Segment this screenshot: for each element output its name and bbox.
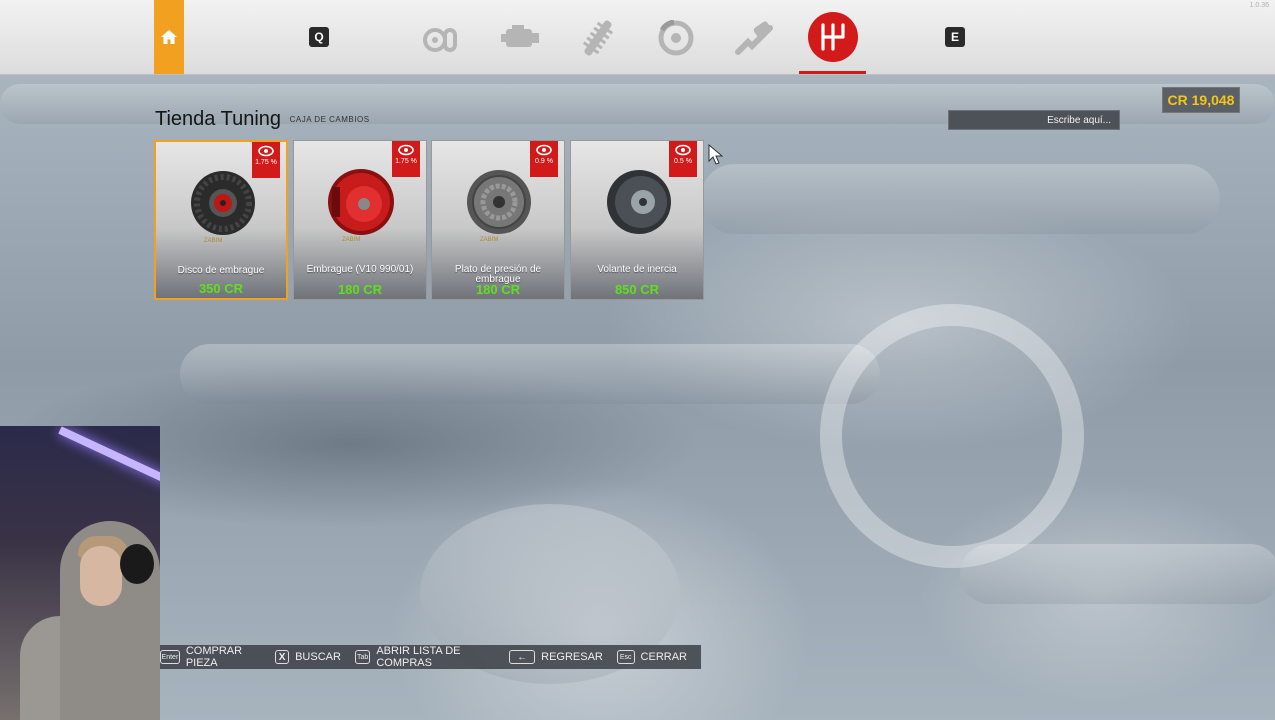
part-name: Embrague (V10 990/01) <box>306 264 414 275</box>
eye-icon <box>398 144 414 156</box>
webcam-overlay <box>0 426 160 720</box>
hint-buy-part[interactable]: Enter COMPRAR PIEZA <box>160 645 261 669</box>
version-label: 1.0.36 <box>1249 2 1269 9</box>
page-title-text: Tienda Tuning <box>155 108 282 130</box>
performance-badge: 1.75 % <box>392 141 420 177</box>
home-button[interactable] <box>154 0 184 74</box>
page-title: Tienda Tuning CAJA DE CAMBIOS <box>155 108 370 131</box>
category-engine[interactable] <box>500 18 540 58</box>
key-esc: Esc <box>616 650 635 664</box>
clutch-disc-image <box>191 171 255 235</box>
top-nav-bar: 1.0.36 Q E <box>0 0 1275 75</box>
brand-label: ZABIM <box>204 238 223 244</box>
mouse-cursor-icon <box>708 144 724 165</box>
badge-value: 0.9 % <box>535 158 553 165</box>
prev-category-key[interactable]: Q <box>309 27 329 47</box>
flywheel-image <box>607 170 671 234</box>
part-card-clutch[interactable]: 1.75 % ZABIM Embrague (V10 990/01) 180 C… <box>293 140 427 300</box>
badge-value: 1.75 % <box>255 159 277 166</box>
key-enter: Enter <box>160 650 180 664</box>
performance-badge: 0.5 % <box>669 141 697 177</box>
gearbox-icon <box>821 23 845 51</box>
part-name: Volante de inercia <box>597 264 677 275</box>
key-tab: Tab <box>354 650 371 664</box>
hint-close[interactable]: Esc CERRAR <box>616 650 687 664</box>
brand-label: ZABIM <box>342 237 361 243</box>
part-price: 350 CR <box>198 281 244 296</box>
credits-balance: CR 19,048 <box>1162 87 1240 113</box>
category-gearbox[interactable] <box>808 12 858 62</box>
category-turbo[interactable] <box>421 18 461 58</box>
badge-value: 1.75 % <box>395 158 417 165</box>
page-subtitle: CAJA DE CAMBIOS <box>289 115 370 125</box>
home-icon <box>161 30 177 44</box>
category-suspension[interactable] <box>578 18 618 58</box>
hint-label: COMPRAR PIEZA <box>185 645 243 669</box>
hint-back[interactable]: ← REGRESAR <box>509 650 603 664</box>
hint-label: REGRESAR <box>541 651 603 663</box>
active-category-underline <box>799 71 866 74</box>
performance-badge: 0.9 % <box>530 141 558 177</box>
part-card-flywheel[interactable]: 0.5 % Volante de inercia 850 CR <box>570 140 704 300</box>
turbo-icon <box>423 28 457 52</box>
category-exhaust[interactable] <box>734 18 774 58</box>
hint-label: CERRAR <box>640 651 687 663</box>
brand-label: ZABIM <box>480 237 499 243</box>
part-price: 180 CR <box>475 282 521 297</box>
hint-search[interactable]: X BUSCAR <box>275 650 341 664</box>
search-input[interactable] <box>948 110 1120 130</box>
brake-icon <box>658 20 694 56</box>
hint-label: BUSCAR <box>295 651 341 663</box>
hint-open-shopping-list[interactable]: Tab ABRIR LISTA DE COMPRAS <box>354 645 495 669</box>
part-name: Disco de embrague <box>177 265 265 276</box>
controls-hint-bar: Enter COMPRAR PIEZA X BUSCAR Tab ABRIR L… <box>160 645 701 669</box>
eye-icon <box>536 144 552 156</box>
part-price: 180 CR <box>337 282 383 297</box>
part-card-pressure-plate[interactable]: 0.9 % ZABIM Plato de presión de embrague… <box>431 140 565 300</box>
suspension-icon <box>582 20 614 56</box>
clutch-image <box>328 169 394 235</box>
part-card-clutch-disc[interactable]: 1.75 % ZABIM Disco de embrague 350 CR <box>154 140 288 300</box>
pressure-plate-image <box>467 170 531 234</box>
badge-value: 0.5 % <box>674 158 692 165</box>
part-price: 850 CR <box>614 282 660 297</box>
category-brakes[interactable] <box>656 18 696 58</box>
exhaust-icon <box>735 21 773 55</box>
key-backspace: ← <box>509 650 536 664</box>
eye-icon <box>258 145 274 157</box>
key-x: X <box>275 650 290 664</box>
hint-label: ABRIR LISTA DE COMPRAS <box>376 645 461 669</box>
next-category-key[interactable]: E <box>945 27 965 47</box>
eye-icon <box>675 144 691 156</box>
engine-icon <box>501 25 539 47</box>
